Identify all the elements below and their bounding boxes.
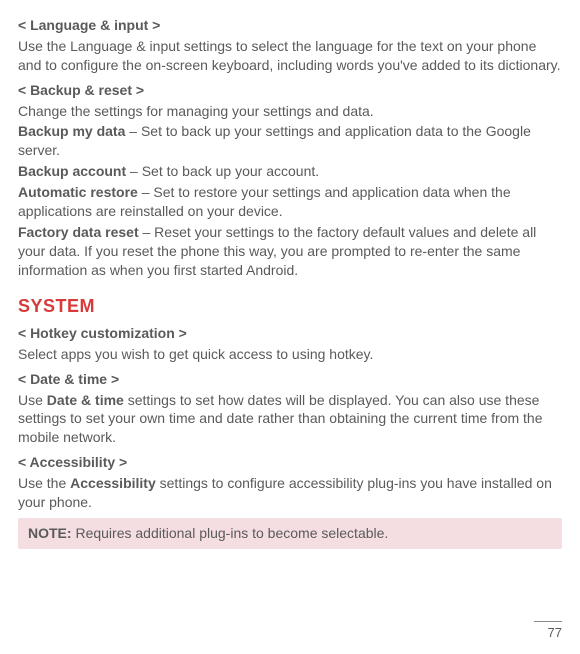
- list-item: Factory data reset – Reset your settings…: [18, 223, 562, 280]
- body-text-backup-reset-intro: Change the settings for managing your se…: [18, 102, 562, 121]
- note-label: NOTE:: [28, 525, 72, 541]
- body-text-hotkey: Select apps you wish to get quick access…: [18, 345, 562, 364]
- bold-accessibility: Accessibility: [70, 475, 156, 491]
- page-number-divider: [534, 621, 562, 622]
- text-prefix: Use: [18, 392, 47, 408]
- section-heading-hotkey: < Hotkey customization >: [18, 324, 562, 343]
- body-text-accessibility: Use the Accessibility settings to config…: [18, 474, 562, 512]
- section-heading-backup-reset: < Backup & reset >: [18, 81, 562, 100]
- body-text-date-time: Use Date & time settings to set how date…: [18, 391, 562, 448]
- item-label-automatic-restore: Automatic restore: [18, 184, 138, 200]
- bold-date-time: Date & time: [47, 392, 124, 408]
- body-text-language-input: Use the Language & input settings to sel…: [18, 37, 562, 75]
- list-item: Automatic restore – Set to restore your …: [18, 183, 562, 221]
- note-box: NOTE: Requires additional plug-ins to be…: [18, 518, 562, 549]
- note-text: Requires additional plug-ins to become s…: [72, 525, 389, 541]
- list-item: Backup my data – Set to back up your set…: [18, 122, 562, 160]
- text-prefix: Use the: [18, 475, 70, 491]
- list-item: Backup account – Set to back up your acc…: [18, 162, 562, 181]
- item-label-backup-account: Backup account: [18, 163, 126, 179]
- system-heading: SYSTEM: [18, 294, 562, 318]
- section-heading-accessibility: < Accessibility >: [18, 453, 562, 472]
- page-number: 77: [534, 624, 562, 642]
- page-number-wrap: 77: [534, 621, 562, 642]
- item-desc: – Set to back up your account.: [126, 163, 319, 179]
- item-label-backup-my-data: Backup my data: [18, 123, 125, 139]
- section-heading-date-time: < Date & time >: [18, 370, 562, 389]
- item-label-factory-data-reset: Factory data reset: [18, 224, 139, 240]
- section-heading-language-input: < Language & input >: [18, 16, 562, 35]
